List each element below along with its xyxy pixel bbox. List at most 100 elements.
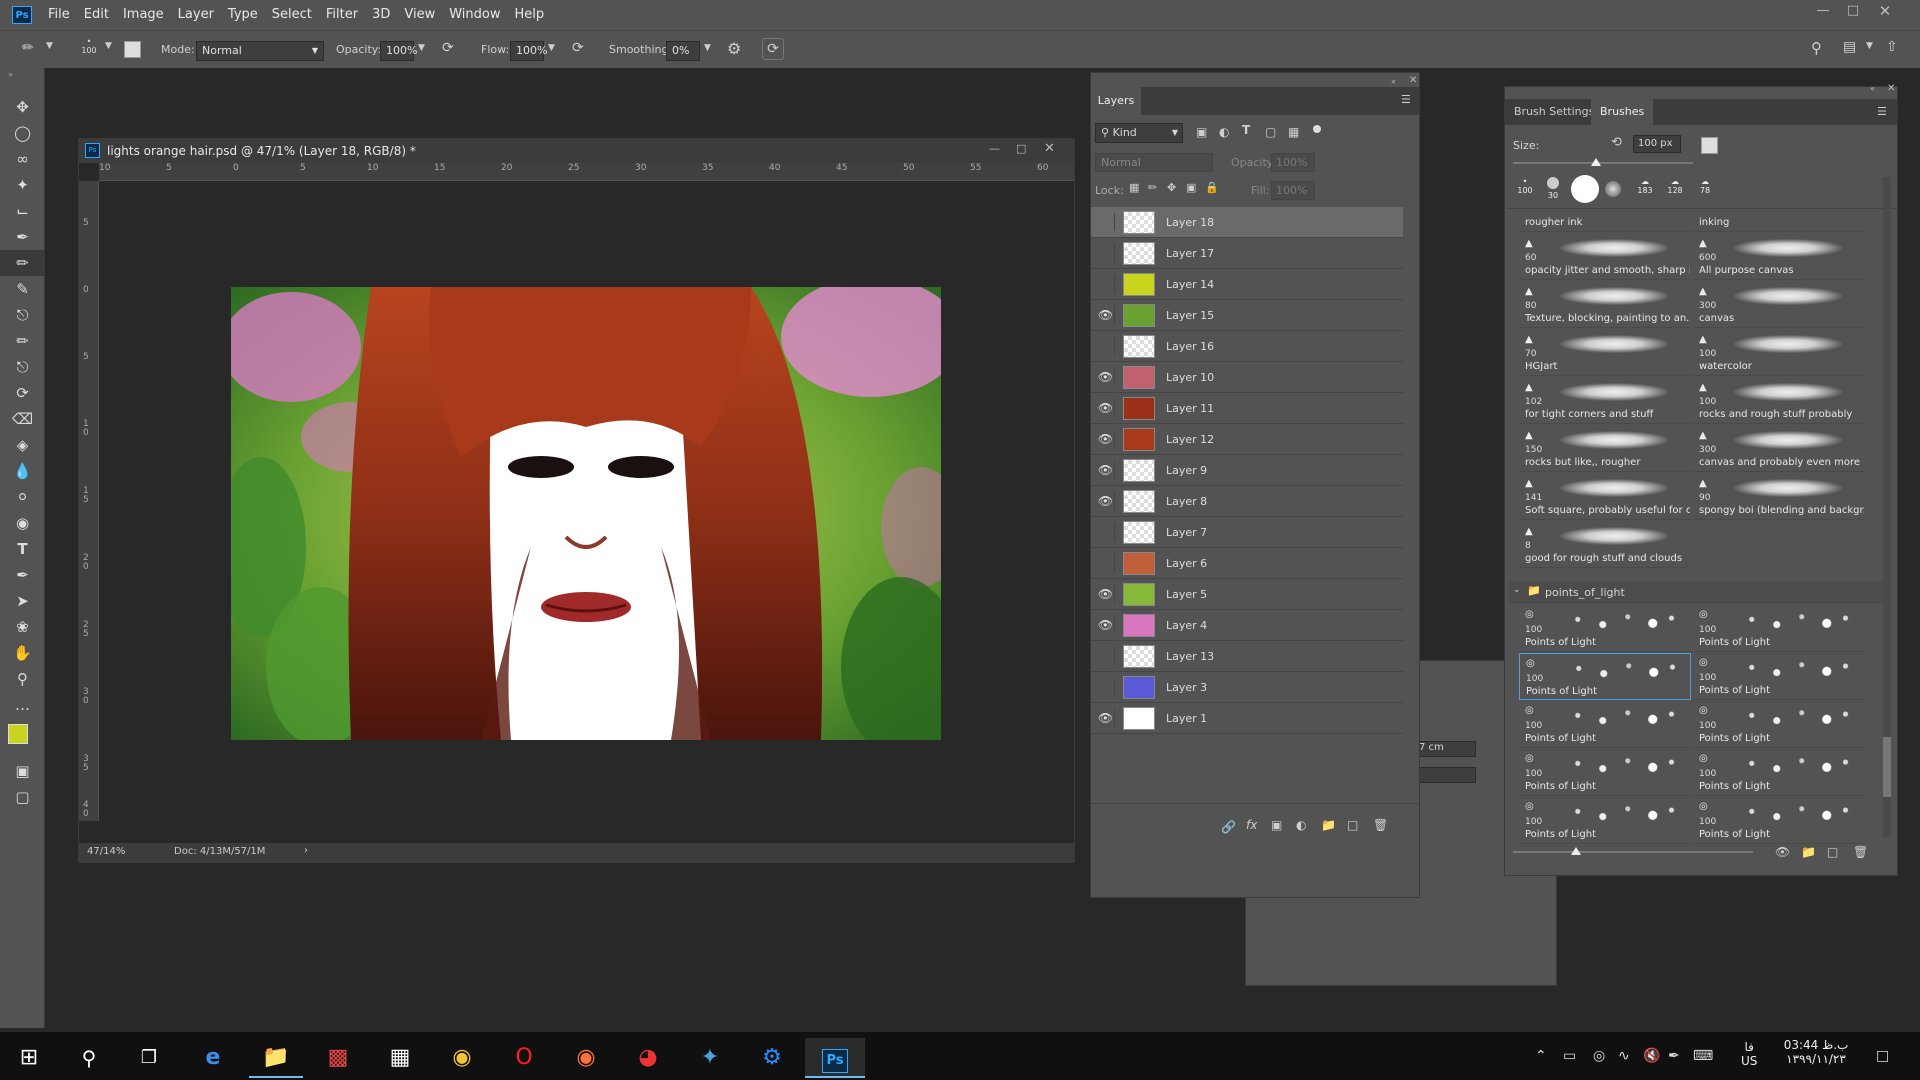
recent-brush[interactable] [1605, 181, 1621, 197]
chevron-down-icon[interactable]: ▼ [418, 43, 425, 53]
fx-icon[interactable]: fx [1246, 818, 1257, 832]
brush-preset[interactable]: 100 ▲ rocks and rough stuff probably [1693, 377, 1865, 424]
document-tab[interactable]: Ps lights orange hair.psd @ 47/1% (Layer… [79, 139, 1074, 163]
layer-row[interactable]: 👁 Layer 11 [1091, 393, 1403, 424]
brush-preset[interactable]: ◎ 100 Points of Light [1519, 749, 1691, 796]
brush-preset[interactable]: ◎ 100 Points of Light [1693, 605, 1865, 652]
layer-row[interactable]: Layer 16 [1091, 331, 1403, 362]
measure-field-2[interactable] [1416, 767, 1476, 783]
maximize-icon[interactable]: □ [1838, 0, 1868, 24]
visibility-eye-icon[interactable] [1097, 213, 1115, 231]
image-filter-icon[interactable]: ▣ [1196, 125, 1207, 139]
crop-tool-icon[interactable]: ⌙ [0, 198, 45, 224]
visibility-eye-icon[interactable]: 👁 [1097, 585, 1115, 603]
scrollbar[interactable] [1883, 177, 1891, 837]
new-group-icon[interactable]: 📁 [1321, 818, 1336, 832]
flow-input[interactable]: 100% [510, 41, 547, 61]
more-tools-icon[interactable]: … [0, 692, 45, 718]
maximize-icon[interactable]: □ [1016, 142, 1026, 155]
adjustment-layer-icon[interactable]: ◐ [1296, 818, 1306, 832]
battery-icon[interactable]: ▭ [1563, 1048, 1576, 1064]
search-icon[interactable]: ⚲ [62, 1038, 116, 1078]
toggle-preview-icon[interactable]: 👁 [1775, 845, 1790, 859]
move-tool-icon[interactable]: ✥ [0, 94, 45, 120]
layer-row[interactable]: Layer 6 [1091, 548, 1403, 579]
app-blue-icon[interactable]: ⚙ [745, 1038, 799, 1078]
lasso-tool-icon[interactable]: ∞ [0, 146, 45, 172]
menu-edit[interactable]: Edit [77, 0, 116, 30]
layer-row[interactable]: 👁 Layer 1 [1091, 703, 1403, 734]
brush-preset[interactable]: ◎ 100 Points of Light [1519, 701, 1691, 748]
preview-slider-handle[interactable] [1571, 847, 1581, 855]
preview-size-slider[interactable] [1513, 851, 1753, 853]
visibility-eye-icon[interactable]: 👁 [1097, 399, 1115, 417]
photoshop-taskbar-icon[interactable]: Ps [805, 1038, 865, 1078]
screen-mode-icon[interactable]: ▢ [0, 784, 45, 810]
chevron-down-icon[interactable]: ▼ [1866, 41, 1873, 51]
share-icon[interactable]: ⇧ [1886, 39, 1898, 55]
brush-tool-icon[interactable]: ✏ [22, 40, 34, 56]
tab-layers[interactable]: Layers [1091, 87, 1141, 115]
edge-icon[interactable]: e [186, 1038, 240, 1078]
brush-preset[interactable]: 150 ▲ rocks but like,, rougher [1519, 425, 1691, 472]
eyedropper-tool-icon[interactable]: ✒ [0, 224, 45, 250]
clock[interactable]: 03:44 ب.ظ ۱۳۹۹/۱۱/۲۳ [1776, 1038, 1856, 1066]
visibility-eye-icon[interactable] [1097, 337, 1115, 355]
fill-input[interactable]: 100% [1271, 181, 1315, 200]
recent-brush[interactable]: ☁ 78 [1691, 177, 1719, 195]
network-icon[interactable]: ◎ [1593, 1048, 1605, 1064]
brush-preset[interactable]: 60 ▲ opacity jitter and smooth, sharp i... [1519, 233, 1691, 280]
lock-pixels-icon[interactable]: ✏ [1148, 181, 1157, 194]
brush-tool-icon[interactable]: ✏ [0, 250, 45, 276]
quick-mask-icon[interactable]: ▣ [0, 758, 45, 784]
marquee-tool-icon[interactable]: ◯ [0, 120, 45, 146]
chevron-down-icon[interactable]: ▼ [46, 41, 53, 51]
mixer-brush-tool-icon[interactable]: ✏ [0, 328, 45, 354]
layer-row[interactable]: 👁 Layer 12 [1091, 424, 1403, 455]
minimize-icon[interactable]: — [989, 142, 1000, 155]
menu-type[interactable]: Type [221, 0, 265, 30]
chevron-right-icon[interactable]: › [304, 845, 308, 856]
layer-row[interactable]: 👁 Layer 10 [1091, 362, 1403, 393]
close-icon[interactable]: ✕ [1870, 0, 1900, 24]
recent-brush[interactable]: 30 [1541, 177, 1565, 200]
new-brush-icon[interactable]: □ [1827, 845, 1838, 859]
foreground-color-swatch[interactable] [8, 724, 28, 744]
stamp-tool-icon[interactable]: ⎋ [0, 354, 45, 380]
visibility-eye-icon[interactable]: 👁 [1097, 709, 1115, 727]
adjustment-filter-icon[interactable]: ◐ [1219, 125, 1229, 139]
brush-preset[interactable]: rougher ink [1519, 211, 1691, 232]
chevron-down-icon[interactable]: ▼ [548, 43, 555, 53]
pressure-size-icon[interactable]: ⟳ [762, 38, 784, 60]
visibility-eye-icon[interactable]: 👁 [1097, 461, 1115, 479]
brush-preset[interactable]: ◎ 100 Points of Light [1693, 797, 1865, 844]
brush-size-preview[interactable]: • 100 [80, 37, 98, 55]
smoothing-input[interactable]: 0% [666, 41, 700, 61]
add-mask-icon[interactable]: ▣ [1271, 818, 1282, 832]
new-group-icon[interactable]: 📁 [1801, 845, 1816, 859]
chevron-down-icon[interactable]: ▼ [704, 43, 711, 53]
pencil-tool-icon[interactable]: ✎ [0, 276, 45, 302]
blend-mode-select[interactable]: Normal [1095, 153, 1213, 172]
brush-panel-toggle-icon[interactable] [124, 41, 141, 58]
brush-preset[interactable]: 100 ▲ watercolor [1693, 329, 1865, 376]
close-icon[interactable]: ✕ [1887, 83, 1895, 94]
opacity-input[interactable]: 100% [380, 41, 417, 61]
visibility-eye-icon[interactable]: 👁 [1097, 368, 1115, 386]
visibility-eye-icon[interactable] [1097, 678, 1115, 696]
filter-toggle-icon[interactable] [1313, 125, 1321, 133]
shape-filter-icon[interactable]: ▢ [1265, 125, 1276, 139]
brush-preset[interactable]: 300 ▲ canvas [1693, 281, 1865, 328]
link-layers-icon[interactable]: 🔗 [1221, 820, 1236, 834]
brush-preset[interactable]: ◎ 100 Points of Light [1693, 701, 1865, 748]
hand-tool-icon[interactable]: ✋ [0, 640, 45, 666]
lock-transparent-icon[interactable]: ▦ [1129, 181, 1139, 194]
notifications-icon[interactable]: □ [1876, 1048, 1889, 1064]
opera-icon[interactable]: O [497, 1038, 551, 1078]
menu-layer[interactable]: Layer [171, 0, 221, 30]
visibility-eye-icon[interactable]: 👁 [1097, 306, 1115, 324]
tab-brushes[interactable]: Brushes [1591, 99, 1654, 125]
size-slider-handle[interactable] [1591, 158, 1601, 166]
pressure-opacity-icon[interactable]: ⟳ [442, 40, 454, 56]
history-brush-tool-icon[interactable]: ⟳ [0, 380, 45, 406]
